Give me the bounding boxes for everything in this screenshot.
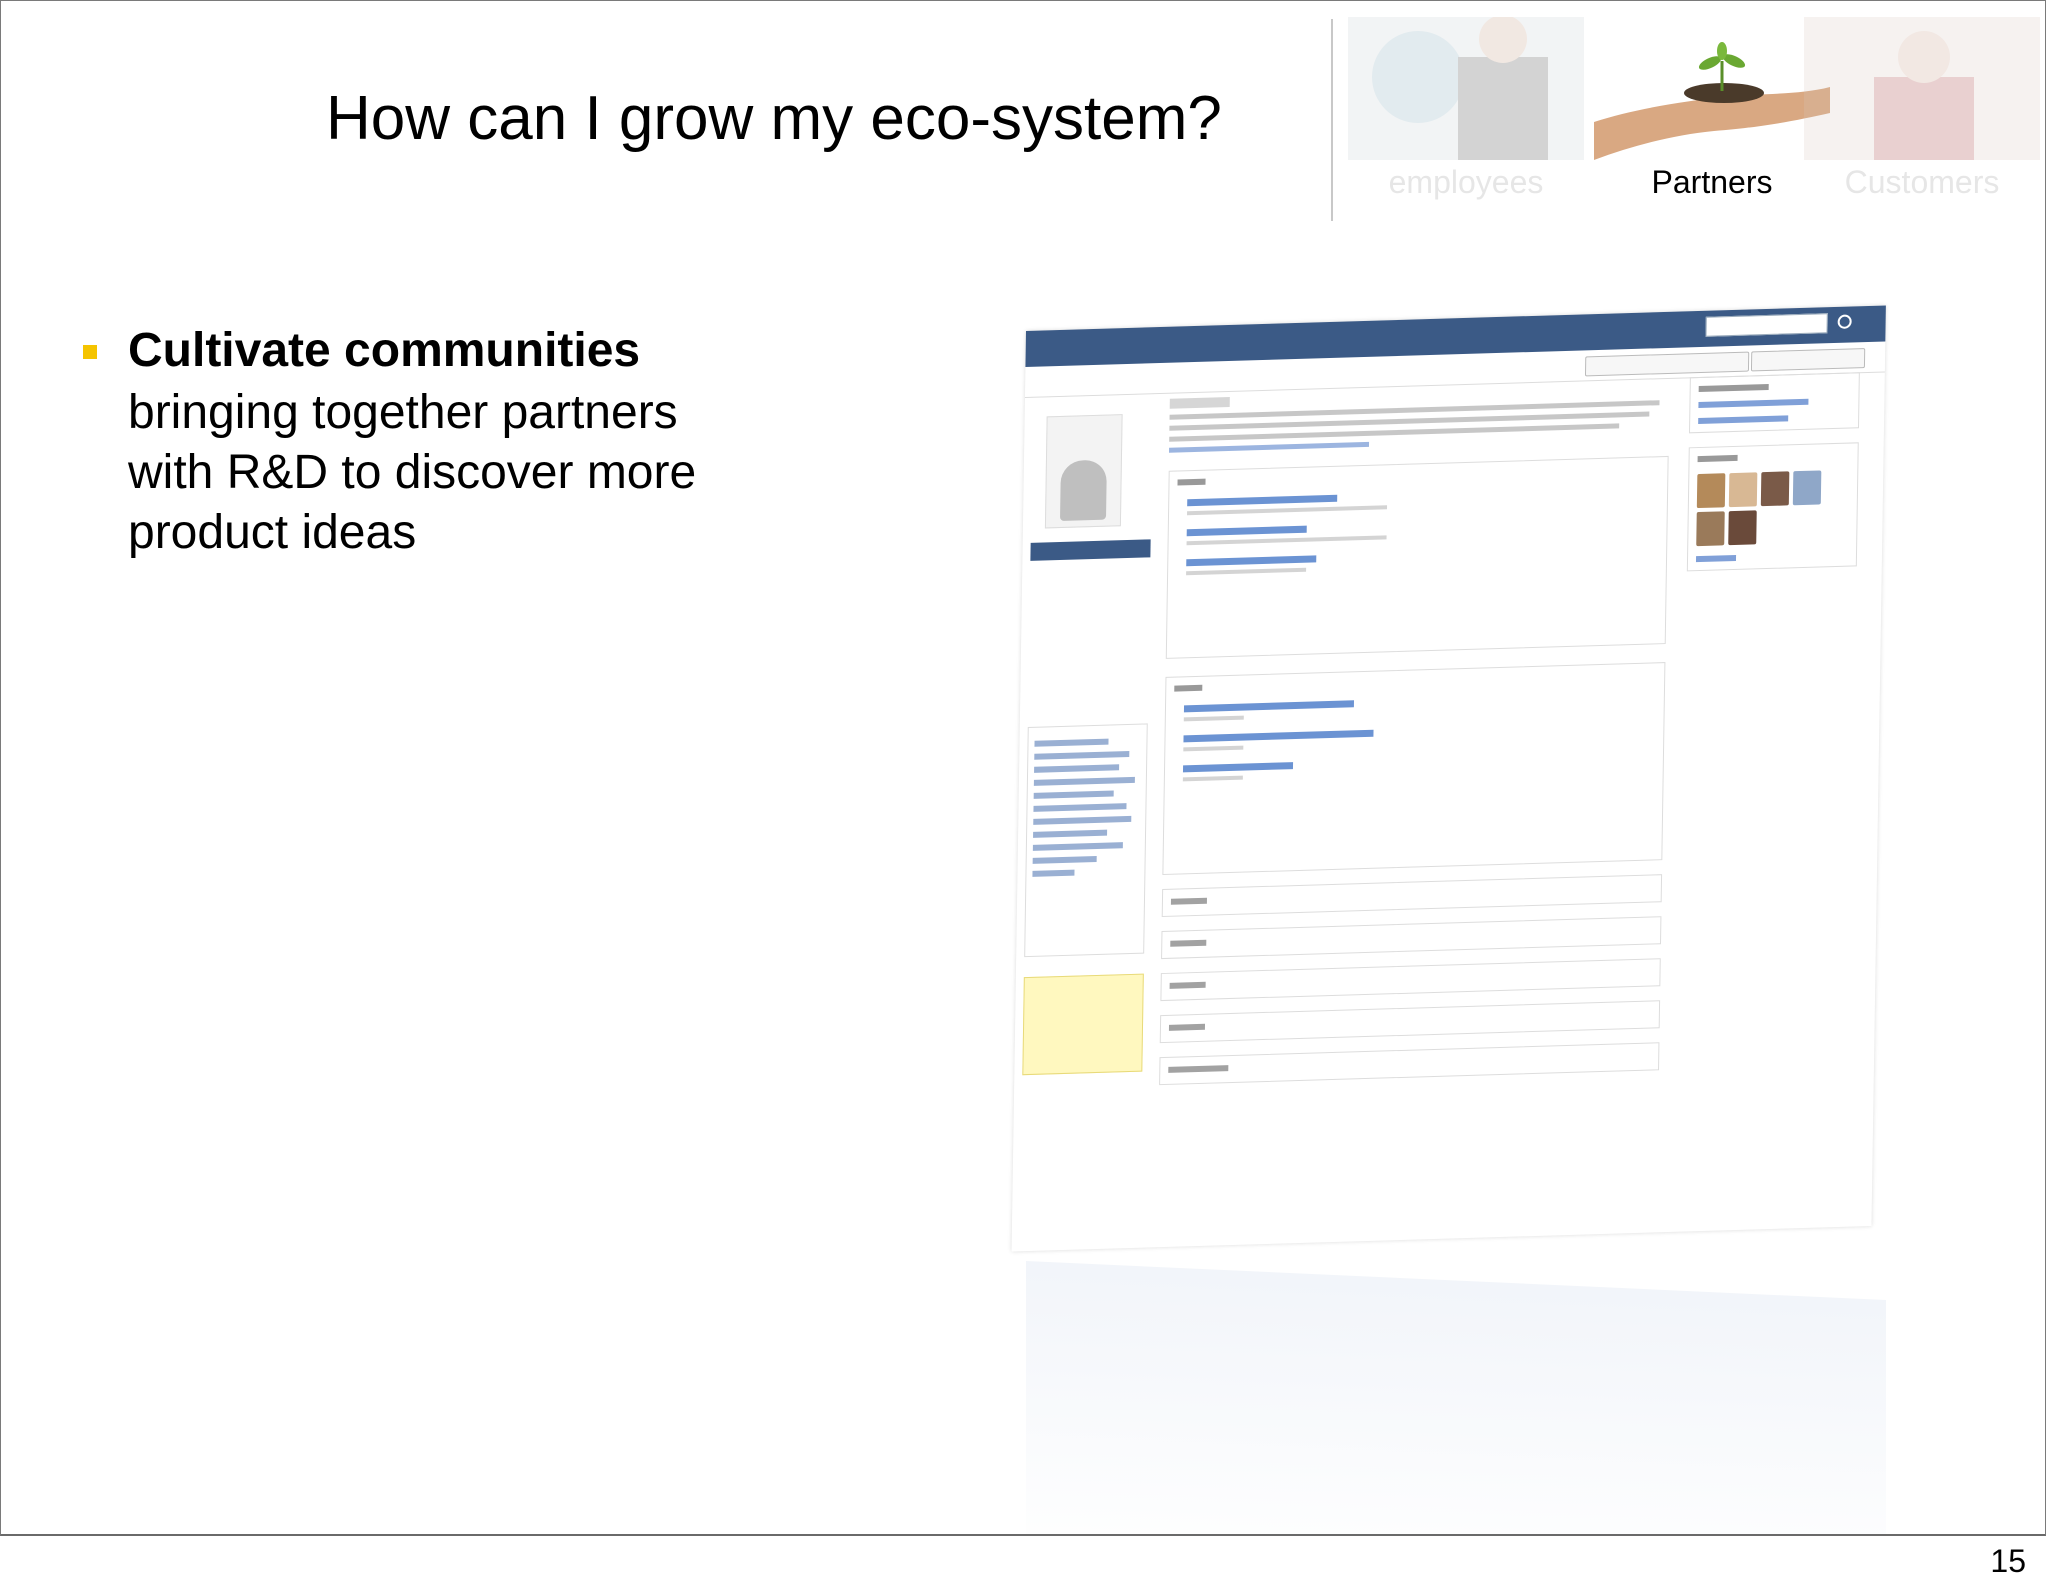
bullet-marker bbox=[83, 345, 97, 359]
screenshot-search-box bbox=[1705, 313, 1828, 337]
screenshot-actions-button bbox=[1750, 348, 1866, 372]
screenshot-wiki-panel bbox=[1162, 662, 1666, 876]
screenshot-bookmarks-box bbox=[1689, 372, 1860, 434]
member-avatar bbox=[1696, 511, 1725, 547]
audience-tab-employees[interactable]: employees bbox=[1348, 17, 1584, 201]
screenshot-members-box bbox=[1686, 442, 1859, 572]
community-page-screenshot bbox=[996, 301, 1956, 1534]
screenshot-left-column bbox=[1022, 403, 1152, 1076]
header-divider bbox=[1331, 19, 1333, 221]
partners-photo bbox=[1594, 17, 1830, 160]
search-icon bbox=[1837, 314, 1852, 329]
screenshot-files-panel bbox=[1165, 455, 1669, 659]
screenshot-section-row bbox=[1161, 916, 1662, 960]
screenshot-section-row bbox=[1161, 874, 1663, 918]
screenshot-tip-box bbox=[1022, 973, 1144, 1076]
audience-label-partners: Partners bbox=[1651, 164, 1773, 200]
community-page-image bbox=[1011, 305, 1886, 1252]
screenshot-nav-item bbox=[1028, 665, 1148, 687]
screenshot-reflection bbox=[1026, 1261, 1886, 1534]
employees-photo bbox=[1348, 17, 1584, 160]
customers-photo bbox=[1804, 17, 2040, 160]
slide-title: How can I grow my eco-system? bbox=[326, 84, 1222, 153]
slide: How can I grow my eco-system? employees bbox=[0, 0, 2046, 1536]
audience-tab-customers[interactable]: Customers bbox=[1804, 17, 2040, 201]
page-number: 15 bbox=[1990, 1543, 2026, 1579]
screenshot-main-column bbox=[1159, 378, 1670, 1086]
screenshot-right-column bbox=[1686, 372, 1860, 585]
member-avatar bbox=[1760, 471, 1790, 507]
screenshot-follow-button bbox=[1584, 351, 1750, 377]
bullet-body: bringing together partners with R&D to d… bbox=[128, 383, 808, 563]
audience-label-customers: Customers bbox=[1844, 164, 2000, 200]
member-avatar bbox=[1728, 472, 1758, 508]
screenshot-tag-cloud bbox=[1024, 723, 1148, 958]
member-avatar bbox=[1696, 473, 1726, 509]
member-avatar bbox=[1792, 470, 1822, 506]
screenshot-section-row bbox=[1160, 958, 1661, 1002]
bullet-line: with R&D to discover more bbox=[128, 446, 697, 499]
member-avatar bbox=[1728, 510, 1757, 546]
audience-tab-partners[interactable]: Partners bbox=[1594, 17, 1830, 201]
screenshot-section-row bbox=[1159, 1042, 1660, 1086]
screenshot-section-row bbox=[1159, 1000, 1661, 1044]
person-silhouette-icon bbox=[1059, 459, 1107, 522]
bullet-line: bringing together partners bbox=[128, 386, 678, 439]
community-photo-placeholder bbox=[1044, 414, 1123, 529]
bullet-heading: Cultivate communities bbox=[128, 324, 641, 377]
bullet-line: product ideas bbox=[128, 506, 417, 559]
audience-label-employees: employees bbox=[1388, 164, 1544, 200]
